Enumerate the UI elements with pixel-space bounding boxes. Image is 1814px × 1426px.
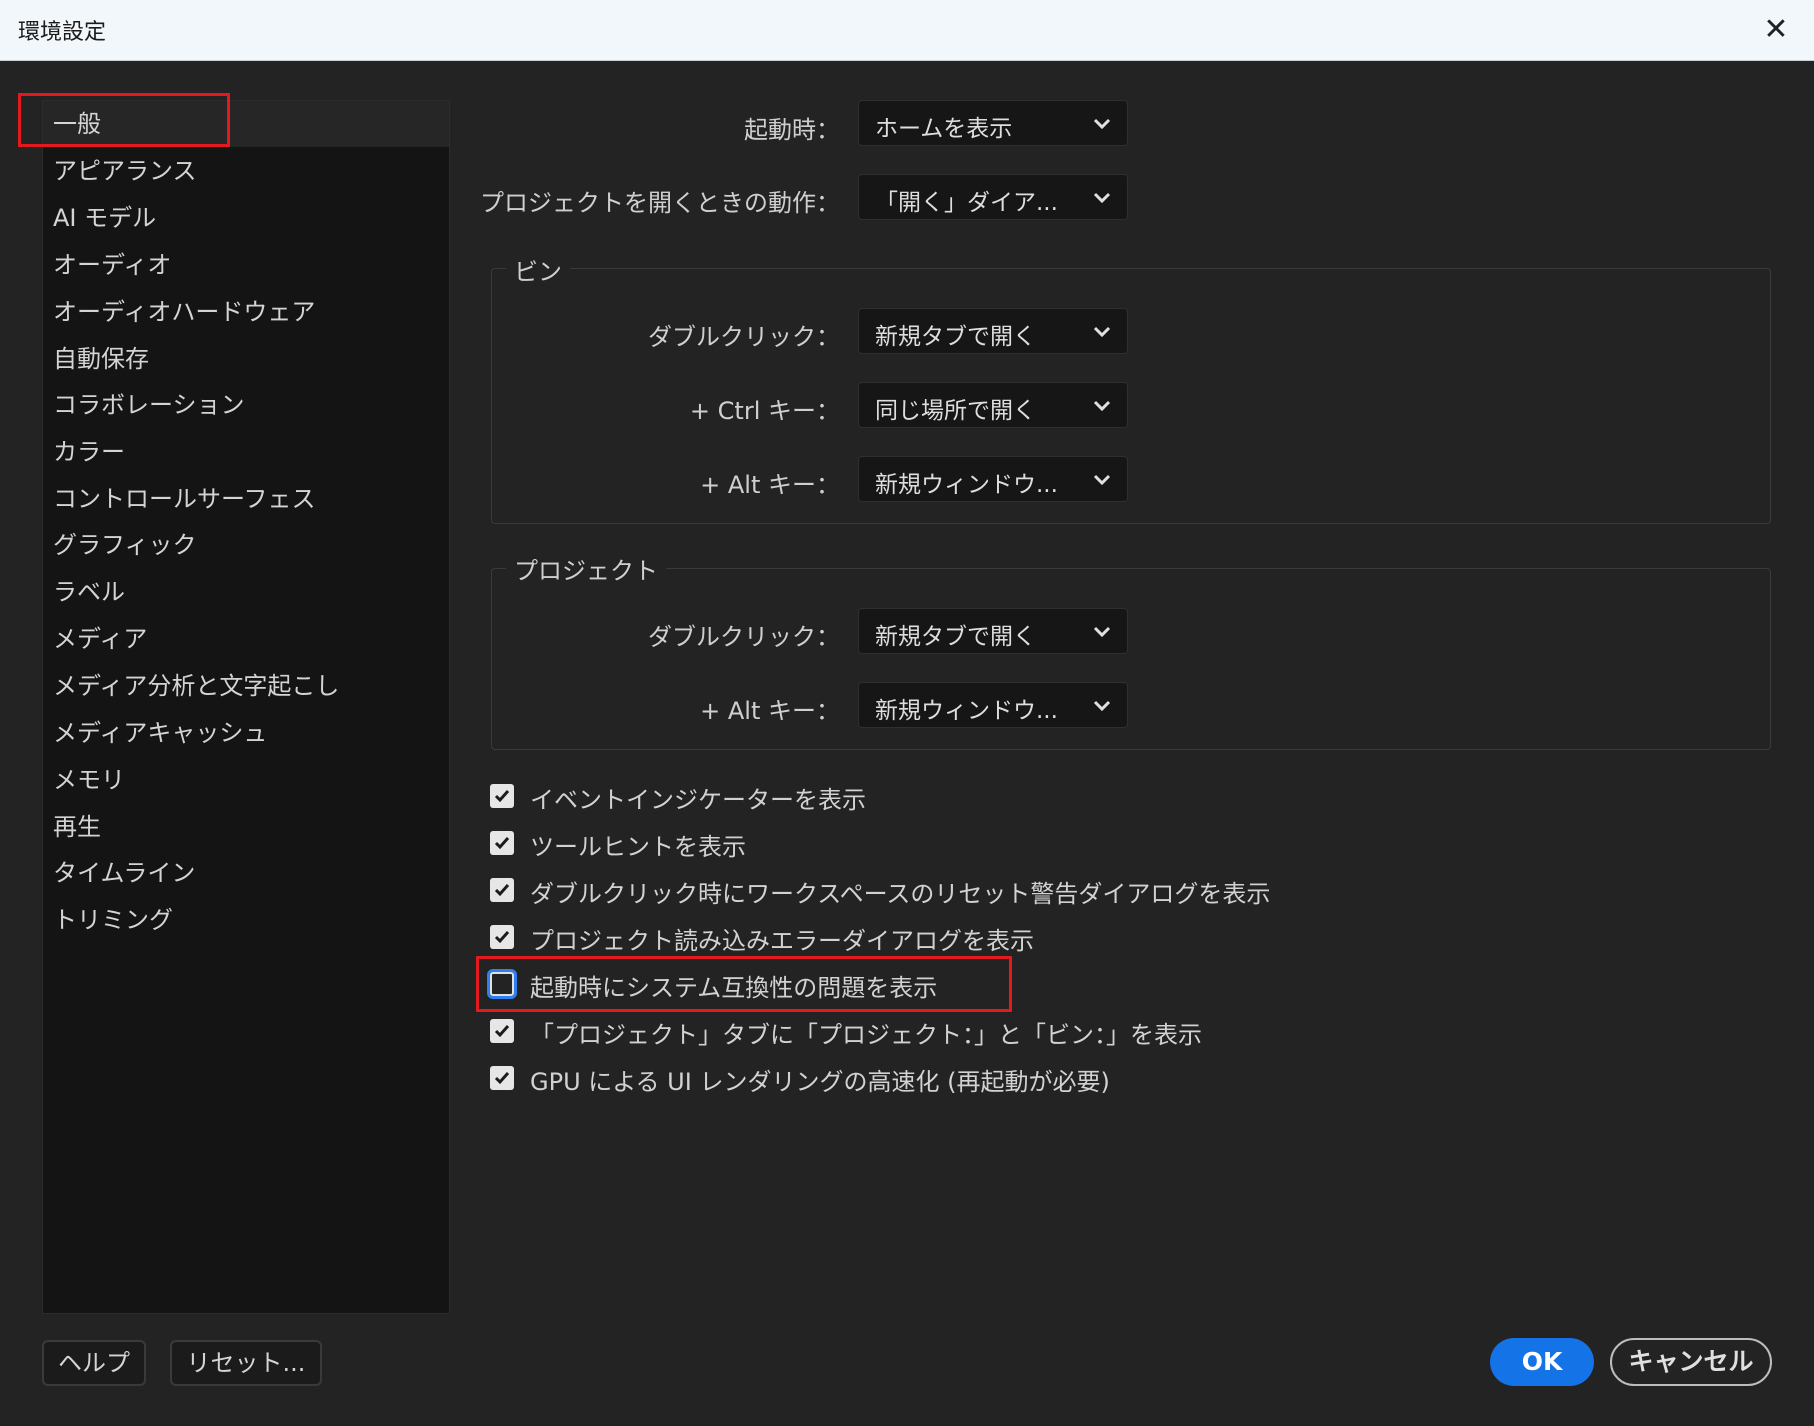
open-project-label: プロジェクトを開くときの動作：	[480, 189, 840, 217]
ok-button[interactable]: OK	[1490, 1338, 1594, 1386]
checkbox-checked[interactable]	[490, 1066, 514, 1090]
sidebar-item-playback[interactable]: 再生	[53, 807, 101, 847]
chevron-down-icon	[1093, 474, 1111, 486]
window-title: 環境設定	[18, 20, 107, 45]
chevron-down-icon	[1093, 192, 1111, 204]
reset-button[interactable]: リセット...	[170, 1340, 322, 1386]
project-double-click-value: 新規タブで開く	[875, 624, 1036, 650]
open-project-dropdown-value: 「開く」ダイア...	[875, 190, 1058, 216]
checkbox-checked[interactable]	[490, 1019, 514, 1043]
bin-double-click-label: ダブルクリック：	[648, 323, 840, 351]
sidebar-item-labels[interactable]: ラベル	[53, 572, 125, 612]
bin-double-click-dropdown[interactable]: 新規タブで開く	[858, 308, 1128, 354]
sidebar-item-trimming[interactable]: トリミング	[53, 900, 173, 940]
bin-ctrl-label: + Ctrl キー：	[689, 397, 840, 425]
title-bar: 環境設定 ✕	[0, 0, 1814, 61]
sidebar-item-collaboration[interactable]: コラボレーション	[53, 385, 245, 425]
sidebar-item-appearance[interactable]: アピアランス	[53, 151, 197, 191]
checkbox-checked[interactable]	[490, 878, 514, 902]
bin-ctrl-dropdown[interactable]: 同じ場所で開く	[858, 382, 1128, 428]
sidebar-item-control-surface[interactable]: コントロールサーフェス	[53, 479, 316, 519]
checkbox-label: 「プロジェクト」タブに「プロジェクト：」と「ビン：」を表示	[530, 1021, 1202, 1049]
bin-ctrl-value: 同じ場所で開く	[875, 398, 1036, 424]
project-alt-value: 新規ウィンドウ...	[875, 698, 1058, 724]
startup-dropdown[interactable]: ホームを表示	[858, 100, 1128, 146]
chevron-down-icon	[1093, 626, 1111, 638]
checkbox-label: プロジェクト読み込みエラーダイアログを表示	[530, 927, 1034, 955]
sidebar-item-media[interactable]: メディア	[53, 619, 147, 659]
sidebar-item-audio-hardware[interactable]: オーディオハードウェア	[53, 292, 315, 332]
sidebar-item-media-analysis[interactable]: メディア分析と文字起こし	[53, 666, 339, 706]
chevron-down-icon	[1093, 400, 1111, 412]
bin-alt-label: + Alt キー：	[700, 471, 840, 499]
sidebar-item-graphics[interactable]: グラフィック	[53, 525, 197, 565]
sidebar-item-ai-models[interactable]: AI モデル	[53, 198, 156, 238]
sidebar-item-auto-save[interactable]: 自動保存	[53, 339, 149, 379]
checkbox-label: ツールヒントを表示	[530, 833, 746, 861]
checkbox-label: イベントインジケーターを表示	[530, 786, 866, 814]
sidebar-item-audio[interactable]: オーディオ	[53, 245, 171, 285]
open-project-dropdown[interactable]: 「開く」ダイア...	[858, 174, 1128, 220]
sidebar-item-color[interactable]: カラー	[53, 432, 125, 472]
checkbox-checked[interactable]	[490, 831, 514, 855]
sidebar-item-timeline[interactable]: タイムライン	[53, 853, 195, 893]
checkbox-checked[interactable]	[490, 784, 514, 808]
project-alt-label: + Alt キー：	[700, 697, 840, 725]
sidebar-item-media-cache[interactable]: メディアキャッシュ	[53, 713, 267, 753]
cancel-button[interactable]: キャンセル	[1610, 1338, 1772, 1386]
chevron-down-icon	[1093, 326, 1111, 338]
sidebar: 一般 アピアランス AI モデル オーディオ オーディオハードウェア 自動保存 …	[42, 100, 450, 1314]
preferences-dialog: 環境設定 ✕ 一般 アピアランス AI モデル オーディオ オーディオハードウェ…	[0, 0, 1814, 1426]
bin-double-click-value: 新規タブで開く	[875, 324, 1036, 350]
checkbox-checked[interactable]	[490, 925, 514, 949]
checkbox-label: ダブルクリック時にワークスペースのリセット警告ダイアログを表示	[530, 880, 1271, 908]
help-button[interactable]: ヘルプ	[42, 1340, 146, 1386]
project-group-title: プロジェクト	[506, 551, 666, 586]
close-icon[interactable]: ✕	[1756, 10, 1796, 50]
startup-dropdown-value: ホームを表示	[875, 116, 1013, 142]
bin-group-title: ビン	[506, 252, 570, 287]
chevron-down-icon	[1093, 118, 1111, 130]
sidebar-item-memory[interactable]: メモリ	[53, 760, 125, 800]
startup-label: 起動時：	[744, 116, 840, 144]
project-double-click-label: ダブルクリック：	[648, 623, 840, 651]
bin-alt-dropdown[interactable]: 新規ウィンドウ...	[858, 456, 1128, 502]
checkbox-label: GPU による UI レンダリングの高速化 (再起動が必要)	[530, 1068, 1110, 1096]
bin-alt-value: 新規ウィンドウ...	[875, 472, 1058, 498]
highlight-box-system-compatibility	[476, 956, 1012, 1012]
project-alt-dropdown[interactable]: 新規ウィンドウ...	[858, 682, 1128, 728]
chevron-down-icon	[1093, 700, 1111, 712]
highlight-box-general	[18, 93, 230, 147]
project-double-click-dropdown[interactable]: 新規タブで開く	[858, 608, 1128, 654]
